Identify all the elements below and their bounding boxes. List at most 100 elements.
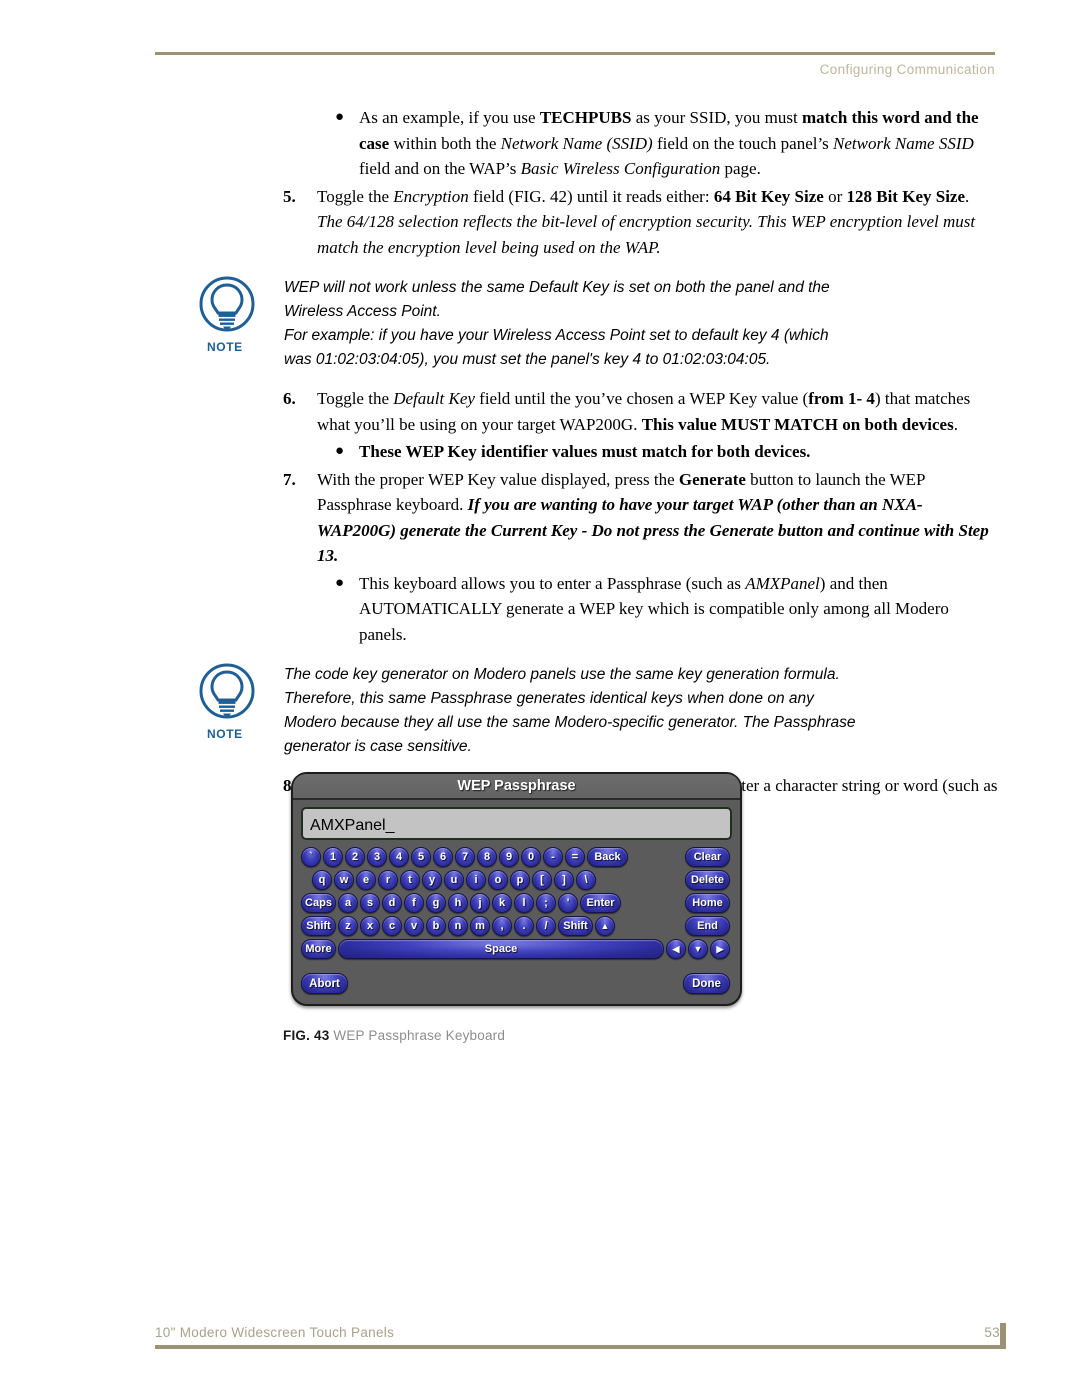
note-text: The code key generator on Modero panels … [284, 661, 998, 759]
key-f[interactable]: f [404, 892, 424, 913]
key-n[interactable]: n [448, 915, 468, 936]
key-k[interactable]: k [492, 892, 512, 913]
key-[interactable]: [ [532, 869, 552, 890]
note-line: Wireless Access Point. [284, 303, 441, 320]
key-more[interactable]: More [301, 938, 336, 959]
note-text: WEP will not work unless the same Defaul… [284, 274, 998, 372]
note-line: Therefore, this same Passphrase generate… [284, 690, 814, 707]
bullet-text: As an example, if you use TECHPUBS as yo… [359, 108, 979, 178]
key-b[interactable]: b [426, 915, 446, 936]
key-back[interactable]: Back [587, 846, 628, 867]
figure-number: FIG. 43 [283, 1028, 330, 1043]
key-caps[interactable]: Caps [301, 892, 336, 913]
abort-button[interactable]: Abort [301, 972, 348, 994]
key-delete[interactable]: Delete [685, 869, 730, 890]
key-m[interactable]: m [470, 915, 490, 936]
key-[interactable]: . [514, 915, 534, 936]
key-o[interactable]: o [488, 869, 508, 890]
key-[interactable]: / [536, 915, 556, 936]
key-t[interactable]: t [400, 869, 420, 890]
key-4[interactable]: 4 [389, 846, 409, 867]
key-8[interactable]: 8 [477, 846, 497, 867]
key-c[interactable]: c [382, 915, 402, 936]
keyboard-row: ` 1 2 3 4 5 6 7 8 9 0- = Back Clear [301, 846, 732, 867]
keyboard-key-rows: ` 1 2 3 4 5 6 7 8 9 0- = Back Clear q w e r t y u i o p[] \ Delet… [293, 846, 740, 959]
footer-rule [155, 1323, 1006, 1349]
note-callout: NOTE WEP will not work unless the same De… [0, 274, 1080, 372]
key-1[interactable]: 1 [323, 846, 343, 867]
key-space[interactable]: Space [338, 938, 664, 959]
key-[interactable]: ` [301, 846, 321, 867]
step-number: 5. [283, 186, 296, 206]
header-chapter-title: Configuring Communication [819, 62, 995, 77]
note-lightbulb-icon [199, 663, 255, 719]
key-6[interactable]: 6 [433, 846, 453, 867]
key-y[interactable]: y [422, 869, 442, 890]
bullet-marker-icon: ● [335, 443, 345, 459]
note-icon-wrapper: NOTE [196, 661, 284, 759]
key-[interactable]: ] [554, 869, 574, 890]
key-r[interactable]: r [378, 869, 398, 890]
key-5[interactable]: 5 [411, 846, 431, 867]
note-line: was 01:02:03:04:05), you must set the pa… [284, 351, 771, 368]
key-z[interactable]: z [338, 915, 358, 936]
note-line: Modero because they all use the same Mod… [284, 714, 856, 731]
key-2[interactable]: 2 [345, 846, 365, 867]
key-u[interactable]: u [444, 869, 464, 890]
footer-page-number: 53 [984, 1325, 1000, 1340]
key-shift[interactable]: Shift [558, 915, 593, 936]
key-a[interactable]: a [338, 892, 358, 913]
key-enter[interactable]: Enter [580, 892, 621, 913]
key-0[interactable]: 0 [521, 846, 541, 867]
header-rule [155, 52, 995, 55]
key-i[interactable]: i [466, 869, 486, 890]
bullet-text: These WEP Key identifier values must mat… [359, 442, 811, 461]
note-label: NOTE [207, 727, 243, 741]
step-text: Toggle the Encryption field (FIG. 42) un… [317, 186, 976, 257]
key-j[interactable]: j [470, 892, 490, 913]
key-v[interactable]: v [404, 915, 424, 936]
numbered-step: 5. Toggle the Encryption field (FIG. 42) … [0, 184, 1080, 261]
key-[interactable]: = [565, 846, 585, 867]
key-w[interactable]: w [334, 869, 354, 890]
key-x[interactable]: x [360, 915, 380, 936]
figure-caption: FIG. 43 WEP Passphrase Keyboard [283, 1028, 505, 1043]
key-d[interactable]: d [382, 892, 402, 913]
key-shift[interactable]: Shift [301, 915, 336, 936]
arrow-down-icon[interactable]: ▼ [688, 938, 708, 959]
key-l[interactable]: l [514, 892, 534, 913]
bullet-marker-icon: ● [335, 109, 345, 125]
key-[interactable]: ' [558, 892, 578, 913]
keyboard-title-bar: WEP Passphrase [293, 774, 740, 800]
key-g[interactable]: g [426, 892, 446, 913]
key-e[interactable]: e [356, 869, 376, 890]
page-header: Configuring Communication [155, 52, 995, 77]
step-text: Toggle the Default Key field until the y… [317, 389, 971, 434]
done-button[interactable]: Done [683, 972, 730, 994]
key-home[interactable]: Home [685, 892, 730, 913]
key-9[interactable]: 9 [499, 846, 519, 867]
key-q[interactable]: q [312, 869, 332, 890]
bullet-item: ● This keyboard allows you to enter a Pas… [0, 571, 1080, 648]
footer-document-title: 10" Modero Widescreen Touch Panels [155, 1325, 395, 1340]
key-[interactable]: ; [536, 892, 556, 913]
key-clear[interactable]: Clear [685, 846, 730, 867]
key-p[interactable]: p [510, 869, 530, 890]
key-h[interactable]: h [448, 892, 468, 913]
key-[interactable]: - [543, 846, 563, 867]
key-s[interactable]: s [360, 892, 380, 913]
key-[interactable]: , [492, 915, 512, 936]
keyboard-row: Shift z x c v b n m,. / Shift ▲ End [301, 915, 732, 936]
numbered-step: 7. With the proper WEP Key value displaye… [0, 467, 1080, 569]
arrow-up-icon[interactable]: ▲ [595, 915, 615, 936]
key-7[interactable]: 7 [455, 846, 475, 867]
key-3[interactable]: 3 [367, 846, 387, 867]
arrow-right-icon[interactable]: ▶ [710, 938, 730, 959]
note-line: generator is case sensitive. [284, 738, 472, 755]
arrow-left-icon[interactable]: ◀ [666, 938, 686, 959]
key-[interactable]: \ [576, 869, 596, 890]
bullet-text: This keyboard allows you to enter a Pass… [359, 573, 949, 644]
keyboard-action-row: Abort Done [301, 972, 732, 994]
key-end[interactable]: End [685, 915, 730, 936]
passphrase-input-field[interactable]: AMXPanel_ [301, 807, 732, 840]
